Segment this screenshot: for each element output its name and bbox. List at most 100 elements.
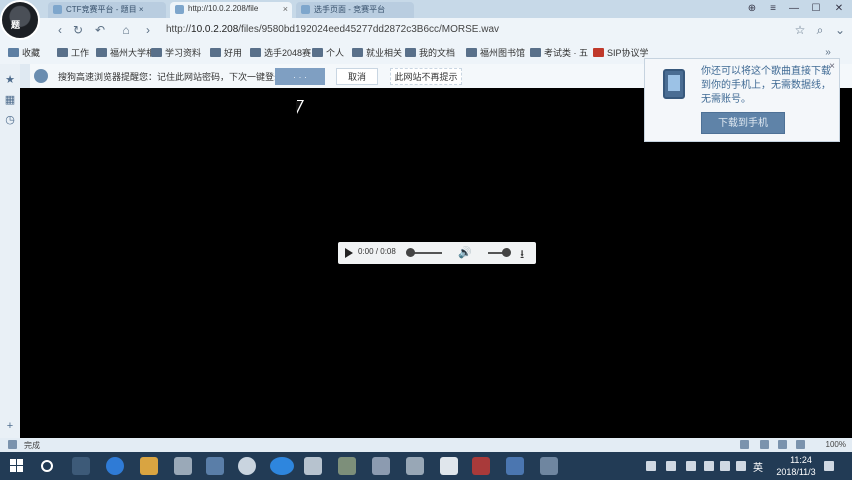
close-icon[interactable]: × [829,61,835,72]
clock-date[interactable]: 2018/11/3 [770,467,822,477]
screenshot-icon[interactable] [778,440,787,449]
avatar-text: 题 [11,20,21,30]
tray-icon[interactable] [736,461,746,471]
tray-icon[interactable] [646,461,656,471]
input-method-indicator[interactable]: 英 [753,459,763,474]
volume-handle[interactable] [502,248,511,257]
tab-label: CTF竞赛平台 - 题目 × [66,5,144,14]
bookmark-folder[interactable]: 学习资料 [151,46,201,60]
app-icon[interactable] [506,457,524,475]
volume-icon[interactable] [720,461,730,471]
bookmark-label: 就业相关 [366,48,403,58]
star-icon[interactable]: ★ [4,74,16,86]
file-explorer-icon[interactable] [140,457,158,475]
bookmark-label: SIP协议学 [607,48,649,58]
never-prompt-button[interactable]: 此网站不再提示 [390,68,462,85]
close-window-button[interactable]: ✕ [829,0,849,18]
history-icon[interactable]: ◷ [4,114,16,126]
home-icon[interactable]: ⌂ [118,22,134,38]
bookmark-folder[interactable]: 考试类 · 五 [530,46,588,60]
audio-player: 0:00 / 0:08 🔊 ⭳ [338,242,536,264]
bookmark-label: 个人 [326,48,345,58]
save-password-button[interactable]: · · · [275,68,325,85]
avatar[interactable]: 题 [0,0,40,40]
sogou-browser-icon[interactable] [270,457,294,475]
settings-icon[interactable] [8,440,17,449]
search-icon[interactable]: ⌕ [812,22,828,38]
bookmark-favorites[interactable]: 收藏 [8,46,40,60]
app-icon[interactable] [206,457,224,475]
chevron-down-icon[interactable]: ⌄ [832,22,848,38]
download-to-phone-button[interactable]: 下载到手机 [701,112,785,134]
grid-icon[interactable]: ▦ [4,94,16,106]
music-icon [175,5,184,14]
bookmark-folder[interactable]: 福州大学相 [96,46,155,60]
play-icon[interactable] [345,248,353,258]
network-icon[interactable] [686,461,696,471]
bookmark-sip[interactable]: SIP协议学 [593,46,649,60]
notification-icon[interactable] [824,461,834,471]
app-icon[interactable] [304,457,322,475]
add-icon[interactable]: + [4,420,16,432]
seek-handle[interactable] [406,248,415,257]
download-icon[interactable]: ⭳ [520,245,524,266]
undo-icon[interactable]: ↶ [92,22,108,38]
folder-icon [210,48,221,57]
bookmark-folder[interactable]: 福州图书馆 [466,46,525,60]
bookmark-folder[interactable]: 工作 [57,46,89,60]
tab-ctf-platform[interactable]: CTF竞赛平台 - 题目 × [48,2,166,18]
download-icon[interactable] [760,440,769,449]
address-bar[interactable]: http://10.0.2.208/files/9580bd192024eed4… [160,21,710,39]
clock-time[interactable]: 11:24 [781,455,821,465]
bookmark-label: 好用 [224,48,243,58]
tab-active-file[interactable]: http://10.0.2.208/file × [170,2,292,18]
cancel-button[interactable]: 取消 [336,68,378,85]
forward-icon[interactable]: › [140,22,156,38]
store-icon[interactable] [174,457,192,475]
left-sidebar: ★ ▦ ◷ + [0,64,20,438]
bookmark-folder[interactable]: 就业相关 [352,46,402,60]
app-icon[interactable] [440,457,458,475]
app-icon[interactable] [472,457,490,475]
tray-icon[interactable] [704,461,714,471]
speaker-icon[interactable] [740,440,749,449]
refresh-icon[interactable]: ↻ [70,22,86,38]
extension-icon[interactable] [796,440,805,449]
bookmark-label: 我的文档 [419,48,456,58]
back-icon[interactable]: ‹ [52,22,68,38]
app-icon[interactable] [238,457,256,475]
folder-icon [96,48,107,57]
folder-icon [312,48,323,57]
cortana-search-icon[interactable] [41,460,53,472]
zoom-level[interactable]: 100% [826,440,846,449]
bookmark-folder[interactable]: 选手2048赛 [250,46,311,60]
task-view-icon[interactable] [72,457,90,475]
app-icon[interactable] [540,457,558,475]
mouse-cursor [296,100,304,114]
minimize-button[interactable]: — [784,0,804,18]
bookmark-folder[interactable]: 好用 [210,46,242,60]
tab-player-page[interactable]: 选手页面 - 竞赛平台 [296,2,414,18]
menu-icon[interactable]: ≡ [763,0,783,18]
folder-icon [250,48,261,57]
close-tab-icon[interactable]: × [283,4,288,14]
app-icon[interactable] [372,457,390,475]
tray-icon[interactable] [666,461,676,471]
navigation-bar: ‹ ↻ ↶ ⌂ › http://10.0.2.208/files/9580bd… [0,18,852,42]
maximize-button[interactable]: ☐ [806,0,826,18]
volume-icon[interactable]: 🔊 [458,246,472,259]
bookmark-folder[interactable]: 我的文档 [405,46,455,60]
folder-icon [352,48,363,57]
page-icon [301,5,310,14]
phone-icon [663,69,685,99]
bookmark-folder[interactable]: 个人 [312,46,344,60]
bookmark-label: 收藏 [22,48,41,58]
star-icon[interactable]: ☆ [792,22,808,38]
app-icon[interactable] [338,457,356,475]
bookmark-label: 工作 [71,48,90,58]
pin-icon[interactable]: ⊕ [742,0,762,18]
browser-app-icon[interactable] [106,457,124,475]
folder-icon [405,48,416,57]
app-icon[interactable] [406,457,424,475]
windows-start-icon[interactable] [10,459,24,473]
